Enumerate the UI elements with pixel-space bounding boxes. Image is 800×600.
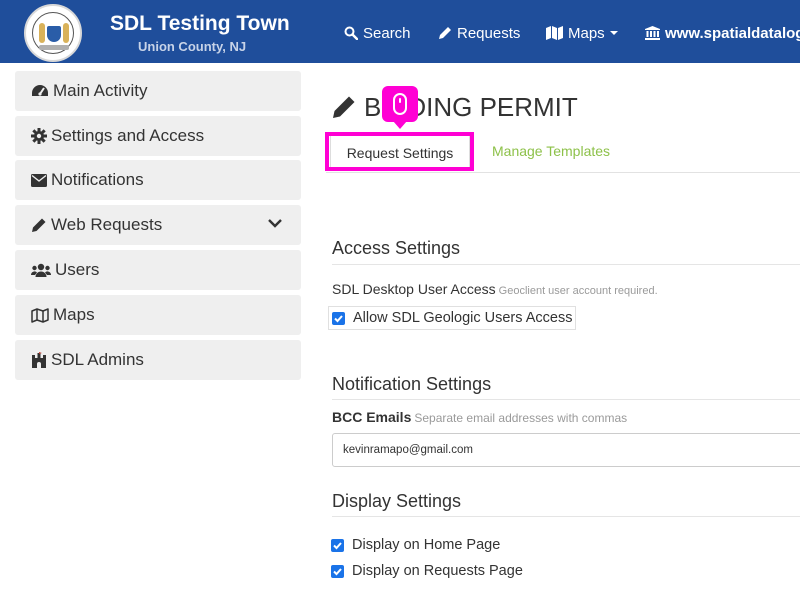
bcc-emails-text: BCC Emails <box>332 409 412 425</box>
notification-settings-heading: Notification Settings <box>332 374 492 394</box>
nav-maps-label: Maps <box>568 24 605 42</box>
nav-site-label: www.spatialdatalogic <box>665 24 800 42</box>
town-county: Union County, NJ <box>138 39 247 54</box>
map-outline-icon <box>31 307 49 323</box>
nav-requests-label: Requests <box>457 24 521 42</box>
dashboard-icon <box>32 85 48 96</box>
display-requests-page-checkbox[interactable]: Display on Requests Page <box>331 561 523 581</box>
section-divider <box>332 399 800 400</box>
section-divider <box>332 264 800 265</box>
pencil-icon <box>333 96 355 118</box>
sidebar-item-users[interactable]: Users <box>15 250 301 290</box>
seal-emblem <box>32 12 74 54</box>
pencil-icon <box>32 218 46 232</box>
tab-request-settings[interactable]: Request Settings <box>330 135 470 170</box>
mouse-icon <box>393 93 407 115</box>
allow-geologic-users-label: Allow SDL Geologic Users Access <box>353 310 573 326</box>
cursor-marker-pointer <box>393 121 407 129</box>
envelope-icon <box>31 173 47 187</box>
users-icon <box>31 263 51 277</box>
desktop-access-text: SDL Desktop User Access <box>332 281 496 297</box>
seal-logo[interactable] <box>24 4 82 62</box>
sidebar-item-label: Settings and Access <box>51 126 205 145</box>
top-navbar: SDL Testing Town Union County, NJ Search… <box>0 0 800 63</box>
search-icon <box>344 26 358 40</box>
allow-geologic-users-checkbox[interactable]: Allow SDL Geologic Users Access <box>328 306 577 330</box>
bcc-emails-label: BCC Emails Separate email addresses with … <box>332 409 627 425</box>
display-requests-page-label: Display on Requests Page <box>352 563 523 579</box>
nav-maps-dropdown[interactable]: Maps <box>546 23 618 43</box>
nav-search-label: Search <box>363 24 411 42</box>
caret-down-icon <box>609 31 618 35</box>
sidebar-item-label: Web Requests <box>51 215 163 234</box>
sidebar-item-notifications[interactable]: Notifications <box>15 160 301 200</box>
sidebar-item-label: Maps <box>53 305 95 324</box>
castle-icon <box>32 352 46 368</box>
town-name[interactable]: SDL Testing Town <box>110 12 290 36</box>
pencil-icon <box>439 27 451 39</box>
gear-icon <box>31 128 47 144</box>
nav-requests-link[interactable]: Requests <box>438 23 520 43</box>
sidebar-item-label: Notifications <box>51 170 144 189</box>
institution-icon <box>645 26 660 40</box>
bcc-emails-hint: Separate email addresses with commas <box>414 411 628 425</box>
check-icon <box>334 314 343 322</box>
check-icon <box>333 567 342 575</box>
section-divider <box>332 516 800 517</box>
display-home-page-checkbox[interactable]: Display on Home Page <box>331 535 500 555</box>
sidebar-item-label: Main Activity <box>53 81 148 100</box>
tabs-divider <box>326 172 800 173</box>
sidebar-item-maps[interactable]: Maps <box>15 295 301 335</box>
nav-site-link[interactable]: www.spatialdatalogic <box>645 23 800 43</box>
sidebar-item-label: Users <box>55 260 100 279</box>
sidebar-item-label: SDL Admins <box>51 350 144 369</box>
access-settings-heading: Access Settings <box>332 238 461 258</box>
page-title-start: B <box>364 91 382 122</box>
check-icon <box>333 541 342 549</box>
checkbox-checked[interactable] <box>331 564 344 578</box>
sidebar-item-sdl-admins[interactable]: SDL Admins <box>15 340 301 380</box>
display-settings-heading: Display Settings <box>332 491 462 511</box>
page-title-end: DING PERMIT <box>407 91 578 122</box>
nav-search-link[interactable]: Search <box>344 23 411 43</box>
page-title: B DING PERMIT <box>332 89 578 125</box>
display-home-page-label: Display on Home Page <box>352 537 501 553</box>
bcc-emails-input[interactable] <box>332 433 800 467</box>
checkbox-checked[interactable] <box>332 311 345 325</box>
sidebar-item-settings-and-access[interactable]: Settings and Access <box>15 116 301 156</box>
tab-manage-templates[interactable]: Manage Templates <box>492 143 610 159</box>
desktop-access-label: SDL Desktop User Access Geoclient user ac… <box>332 281 658 297</box>
checkbox-checked[interactable] <box>331 538 344 552</box>
map-icon <box>546 26 563 40</box>
sidebar-item-main-activity[interactable]: Main Activity <box>15 71 301 111</box>
chevron-down-icon[interactable] <box>267 217 283 229</box>
desktop-access-hint: Geoclient user account required. <box>498 285 658 297</box>
sidebar-item-web-requests[interactable]: Web Requests <box>15 205 301 245</box>
cursor-click-marker <box>382 86 418 122</box>
